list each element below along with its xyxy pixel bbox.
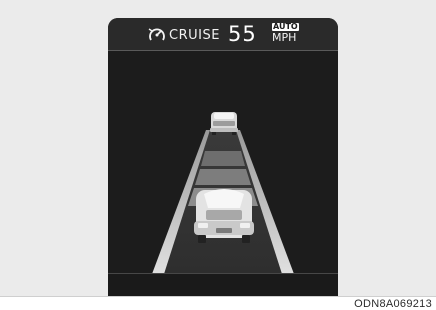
distance-bar-2 bbox=[195, 169, 251, 185]
cluster-display: CRUISE 55 AUTO MPH bbox=[108, 18, 338, 296]
vehicle-ahead bbox=[210, 112, 238, 135]
own-vehicle bbox=[194, 189, 254, 243]
figure-frame: CRUISE 55 AUTO MPH bbox=[0, 0, 436, 297]
figure-caption: ODN8A069213 bbox=[354, 298, 432, 310]
bottom-status-bar bbox=[108, 273, 338, 296]
distance-bar-1 bbox=[201, 151, 245, 166]
road-scene bbox=[152, 112, 294, 274]
